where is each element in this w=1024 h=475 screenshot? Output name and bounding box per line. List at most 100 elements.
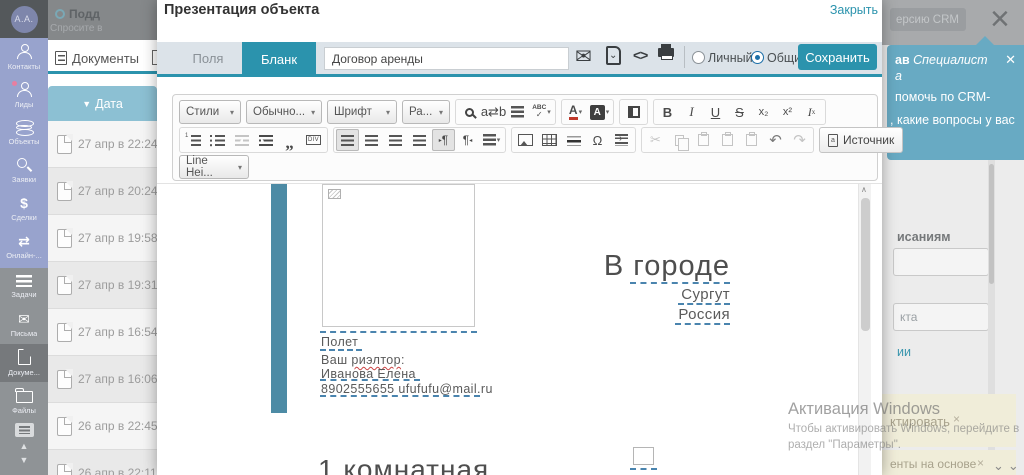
language-icon[interactable]: ▾ (480, 129, 503, 151)
html-code-icon[interactable]: <> (633, 47, 648, 63)
panel-input-2[interactable]: кта (893, 303, 989, 331)
align-justify-icon[interactable] (408, 129, 431, 151)
panel-link[interactable]: ии (897, 345, 911, 359)
tab-documents[interactable]: Документы (72, 51, 139, 66)
field-city[interactable]: Сургут (590, 286, 730, 303)
strikethrough-icon[interactable]: S (728, 101, 751, 123)
field-company[interactable]: Полет (321, 335, 358, 349)
sidebar-item-leads[interactable]: Лиды (0, 76, 48, 114)
insert-image-icon[interactable] (514, 129, 537, 151)
paste-text-icon[interactable] (716, 129, 739, 151)
horizontal-rule-icon[interactable] (562, 129, 585, 151)
avatar[interactable]: A.A. (10, 5, 38, 33)
superscript-icon[interactable]: x² (776, 101, 799, 123)
underline-icon[interactable]: U (704, 101, 727, 123)
trial-crm-button[interactable]: ерсию CRM (890, 8, 966, 31)
sidebar-item-requests[interactable]: Заявки (0, 152, 48, 190)
field-phone-email[interactable]: 8902555655 ufufufu@mail.ru (321, 382, 493, 396)
field-city-label[interactable]: В городе (530, 250, 730, 283)
insert-table-icon[interactable] (538, 129, 561, 151)
indent-icon[interactable] (254, 129, 277, 151)
tab-fields[interactable]: Поля (175, 42, 241, 74)
numbered-list-icon[interactable]: 1 (182, 129, 205, 151)
image-placeholder-small[interactable] (633, 447, 654, 465)
select-all-icon[interactable] (506, 101, 529, 123)
document-row[interactable]: 27 апр в 19:31 (48, 262, 157, 309)
align-right-icon[interactable] (384, 129, 407, 151)
document-row[interactable]: 26 апр в 22:11 (48, 450, 157, 475)
export-pdf-icon[interactable] (606, 46, 621, 65)
italic-icon[interactable]: I (680, 101, 703, 123)
radio-common[interactable] (751, 51, 764, 64)
sidebar-item-mail[interactable]: ✉ Письма (0, 306, 48, 344)
document-name-input[interactable] (324, 47, 569, 70)
menu-icon[interactable] (14, 423, 34, 437)
radio-personal-label[interactable]: Личный (708, 51, 753, 65)
sidebar-item-objects[interactable]: Объекты (0, 114, 48, 152)
sidebar-item-contacts[interactable]: Контакты (0, 38, 48, 76)
document-row[interactable]: 27 апр в 20:24 (48, 168, 157, 215)
panel-input-1[interactable] (893, 248, 989, 276)
cut-icon[interactable]: ✂ (644, 129, 667, 151)
text-direction-rtl-icon[interactable]: ¶ ◂ (456, 129, 479, 151)
align-center-icon[interactable] (360, 129, 383, 151)
paste-icon[interactable] (692, 129, 715, 151)
special-char-icon[interactable]: Ω (586, 129, 609, 151)
editor-canvas[interactable]: Полет Ваш риэлтор: Иванова Елена 8902555… (157, 183, 882, 475)
document-row[interactable]: 27 апр в 16:06 (48, 356, 157, 403)
blockquote-icon[interactable]: „ (278, 129, 301, 151)
tooltip-close-icon[interactable]: ✕ (1005, 52, 1016, 68)
outdent-icon[interactable] (230, 129, 253, 151)
scrollbar-thumb[interactable] (861, 198, 870, 331)
send-email-icon[interactable]: ✉ (575, 44, 592, 69)
styles-dropdown[interactable]: Стили ▾ (179, 100, 241, 124)
scroll-up-icon[interactable]: ▲ (20, 441, 29, 451)
spellcheck-icon[interactable]: ABC ✓ ▾ (530, 101, 553, 123)
field-country[interactable]: Россия (590, 306, 730, 323)
date-column-header[interactable]: ▼ Дата (48, 86, 157, 121)
paste-word-icon[interactable] (740, 129, 763, 151)
dismiss-icon[interactable]: × (977, 456, 984, 470)
document-row[interactable]: 27 апр в 19:58 (48, 215, 157, 262)
avatar-box[interactable]: A.A. (0, 0, 48, 38)
subscript-icon[interactable]: x₂ (752, 101, 775, 123)
page-break-icon[interactable] (610, 129, 633, 151)
sidebar-item-tasks[interactable]: Задачи (0, 268, 48, 306)
editor-scrollbar[interactable]: ∧ (858, 184, 871, 475)
scrollbar-up-icon[interactable]: ∧ (861, 185, 867, 194)
sidebar-item-files[interactable]: Файлы (0, 382, 48, 420)
align-left-icon[interactable] (336, 129, 359, 151)
size-dropdown[interactable]: Ра... ▾ (402, 100, 450, 124)
photo-placeholder[interactable] (322, 184, 475, 327)
notification-box[interactable]: ктировать × (880, 394, 1016, 447)
radio-personal[interactable] (692, 51, 705, 64)
find-icon[interactable] (458, 101, 481, 123)
document-row[interactable]: 27 апр в 16:54 (48, 309, 157, 356)
scroll-chevrons[interactable]: ⌄⌄ (993, 458, 1023, 474)
document-row[interactable]: 26 апр в 22:45 (48, 403, 157, 450)
tab-blank[interactable]: Бланк (242, 42, 316, 77)
sidebar-item-documents[interactable]: Докуме... (0, 344, 48, 382)
undo-icon[interactable]: ↶ (764, 129, 787, 151)
bold-icon[interactable]: B (656, 101, 679, 123)
font-dropdown[interactable]: Шрифт ▾ (327, 100, 397, 124)
save-button[interactable]: Сохранить (798, 44, 877, 70)
format-dropdown[interactable]: Обычно... ▾ (246, 100, 322, 124)
bg-color-icon[interactable]: A ▾ (588, 101, 611, 123)
scroll-down-icon[interactable]: ▼ (20, 455, 29, 465)
close-icon[interactable]: × (990, 2, 1010, 36)
line-height-dropdown[interactable]: Line Hei... ▾ (179, 155, 249, 179)
print-icon[interactable] (658, 44, 674, 60)
text-direction-ltr-icon[interactable]: ▸ ¶ (432, 129, 455, 151)
redo-icon[interactable]: ↷ (788, 129, 811, 151)
copy-icon[interactable] (668, 129, 691, 151)
object-title[interactable]: 1 комнатная (318, 454, 489, 475)
sidebar-item-deals[interactable]: $ Сделки (0, 190, 48, 228)
remove-format-icon[interactable]: Ix (800, 101, 823, 123)
sidebar-item-online[interactable]: ⇄ Онлайн-... (0, 228, 48, 266)
close-modal-link[interactable]: Закрыть (830, 3, 878, 17)
replace-icon[interactable]: a⇄b (481, 101, 506, 123)
source-button[interactable]: a Источник (819, 127, 904, 153)
document-row[interactable]: 27 апр в 22:24 (48, 121, 157, 168)
dismiss-icon[interactable]: × (953, 412, 960, 426)
